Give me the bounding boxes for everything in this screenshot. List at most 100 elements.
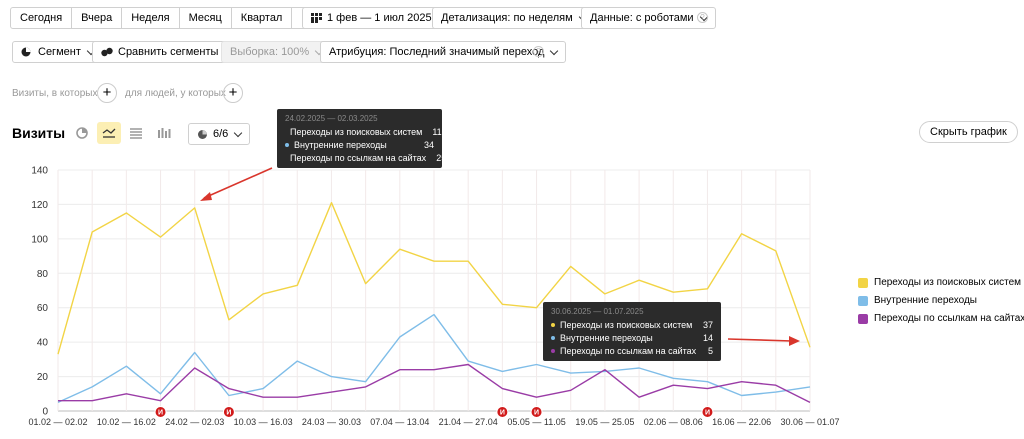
area-chart-button[interactable] bbox=[124, 122, 148, 144]
event-marker-label: И bbox=[534, 410, 539, 417]
event-marker-label: И bbox=[158, 410, 163, 417]
tooltip-row: Переходы по ссылкам на сайтах 25 bbox=[285, 153, 446, 163]
add-people-filter-button[interactable]: + bbox=[223, 83, 243, 103]
period-yesterday[interactable]: Вчера bbox=[72, 8, 123, 28]
event-marker-label: И bbox=[705, 410, 710, 417]
tooltip-row: Переходы из поисковых систем 37 bbox=[551, 320, 713, 330]
help-icon[interactable]: ? bbox=[533, 46, 544, 57]
tooltip-row: Переходы из поисковых систем 118 bbox=[285, 127, 447, 137]
y-tick-label: 20 bbox=[37, 372, 49, 383]
metrics-count: 6/6 bbox=[213, 128, 229, 140]
period-week[interactable]: Неделя bbox=[122, 8, 180, 28]
arrow-line bbox=[727, 338, 793, 342]
compare-label: Сравнить сегменты bbox=[118, 46, 219, 58]
tooltip-label: Внутренние переходы bbox=[560, 333, 653, 343]
data-filter-dropdown[interactable]: Данные: с роботами bbox=[581, 7, 716, 29]
arrow-line bbox=[203, 167, 273, 199]
series-dot bbox=[285, 143, 289, 147]
tooltip-label: Переходы из поисковых систем bbox=[560, 320, 693, 330]
data-filter-label: Данные: с роботами bbox=[590, 12, 694, 24]
visits-line-chart: 0 20 40 60 80 100 120 140 01.02 — 02.02 10.02 — … bbox=[28, 166, 839, 428]
people-filter-label: для людей, у которых bbox=[125, 88, 226, 99]
legend-swatch bbox=[858, 313, 868, 324]
detail-dropdown[interactable]: Детализация: по неделям bbox=[432, 7, 595, 29]
tooltip-value: 25 bbox=[436, 153, 447, 163]
metrics-dropdown[interactable]: 6/6 bbox=[188, 123, 251, 145]
chevron-down-icon bbox=[234, 128, 243, 137]
x-tick-label: 10.02 — 16.02 bbox=[97, 417, 156, 427]
period-quarter[interactable]: Квартал bbox=[232, 8, 293, 28]
attribution-dropdown[interactable]: Атрибуция: Последний значимый переход bbox=[320, 41, 567, 63]
series-dot bbox=[551, 349, 555, 353]
hide-chart-button[interactable]: Скрыть график bbox=[919, 121, 1018, 143]
legend-label: Переходы по ссылкам на сайтах bbox=[874, 313, 1024, 324]
x-tick-label: 02.06 — 08.06 bbox=[644, 417, 703, 427]
sample-dropdown[interactable]: Выборка: 100% bbox=[221, 41, 332, 63]
segment-label: Сегмент bbox=[38, 46, 81, 58]
y-tick-label: 120 bbox=[31, 200, 48, 211]
x-axis: 01.02 — 02.02 10.02 — 16.02 24.02 — 02.03 1… bbox=[28, 417, 839, 427]
arrow-head bbox=[789, 336, 800, 346]
series-dot bbox=[551, 323, 555, 327]
tooltip-row: Переходы по ссылкам на сайтах 5 bbox=[551, 346, 713, 356]
tooltip-date: 24.02.2025 — 02.03.2025 bbox=[285, 114, 378, 123]
pie-chart-icon bbox=[76, 127, 88, 139]
metrics-icon bbox=[198, 129, 207, 139]
y-tick-label: 80 bbox=[37, 269, 49, 280]
period-selector: Сегодня Вчера Неделя Месяц Квартал Год bbox=[10, 7, 329, 29]
period-today[interactable]: Сегодня bbox=[11, 8, 73, 28]
y-tick-label: 60 bbox=[37, 303, 49, 314]
detail-label: Детализация: по неделям bbox=[441, 12, 573, 24]
bar-chart-button[interactable] bbox=[152, 122, 176, 144]
legend-item-search[interactable]: Переходы из поисковых систем bbox=[858, 277, 1021, 288]
series-dot bbox=[551, 336, 555, 340]
y-tick-label: 40 bbox=[37, 338, 49, 349]
visits-filter-label: Визиты, в которых bbox=[12, 88, 98, 99]
tooltip-value: 14 bbox=[702, 333, 713, 343]
x-tick-label: 07.04 — 13.04 bbox=[370, 417, 429, 427]
x-tick-label: 30.06 — 01.07 bbox=[780, 417, 839, 427]
area-chart-icon bbox=[130, 128, 142, 139]
y-tick-label: 140 bbox=[31, 166, 48, 177]
x-tick-label: 16.06 — 22.06 bbox=[712, 417, 771, 427]
tooltip-value: 5 bbox=[707, 346, 713, 356]
tooltip-value: 118 bbox=[432, 127, 447, 137]
legend-swatch bbox=[858, 277, 868, 288]
segment-dropdown[interactable]: Сегмент bbox=[12, 41, 103, 63]
period-month[interactable]: Месяц bbox=[180, 8, 232, 28]
event-marker-label: И bbox=[500, 410, 505, 417]
date-range-label: 1 фев — 1 июл 2025 bbox=[327, 12, 432, 24]
legend-label: Переходы из поисковых систем bbox=[874, 277, 1022, 288]
legend-item-internal[interactable]: Внутренние переходы bbox=[858, 295, 977, 306]
chart-title: Визиты bbox=[12, 125, 66, 141]
tooltip-label: Переходы по ссылкам на сайтах bbox=[560, 346, 697, 356]
date-range-button[interactable]: 1 фев — 1 июл 2025 bbox=[302, 7, 441, 29]
legend-item-links[interactable]: Переходы по ссылкам на сайтах bbox=[858, 313, 1024, 324]
tooltip-row: Внутренние переходы 34 bbox=[285, 140, 434, 150]
chevron-down-icon bbox=[550, 46, 559, 55]
legend-swatch bbox=[858, 295, 868, 306]
line-chart-button[interactable] bbox=[97, 122, 121, 144]
x-tick-label: 10.03 — 16.03 bbox=[234, 417, 293, 427]
tooltip-value: 37 bbox=[702, 320, 713, 330]
tooltip-date: 30.06.2025 — 01.07.2025 bbox=[551, 307, 644, 316]
segment-pie-icon bbox=[21, 47, 31, 57]
legend-label: Внутренние переходы bbox=[874, 295, 977, 306]
line-chart-icon bbox=[102, 128, 116, 138]
event-marker-label: И bbox=[226, 410, 231, 417]
tooltip-label: Внутренние переходы bbox=[294, 140, 387, 150]
add-visit-filter-button[interactable]: + bbox=[97, 83, 117, 103]
tooltip-row: Внутренние переходы 14 bbox=[551, 333, 713, 343]
tooltip-value: 34 bbox=[423, 140, 434, 150]
x-tick-label: 24.02 — 02.03 bbox=[165, 417, 224, 427]
x-tick-label: 05.05 — 11.05 bbox=[507, 417, 565, 427]
x-tick-label: 01.02 — 02.02 bbox=[28, 417, 87, 427]
pie-chart-button[interactable] bbox=[70, 122, 94, 144]
x-tick-label: 24.03 — 30.03 bbox=[302, 417, 361, 427]
compare-segments-dropdown[interactable]: Сравнить сегменты bbox=[92, 41, 241, 63]
compare-icon bbox=[101, 47, 113, 57]
help-icon[interactable]: ? bbox=[697, 12, 708, 23]
x-tick-label: 21.04 — 27.04 bbox=[439, 417, 498, 427]
y-tick-label: 0 bbox=[42, 407, 48, 418]
x-tick-label: 19.05 — 25.05 bbox=[575, 417, 634, 427]
